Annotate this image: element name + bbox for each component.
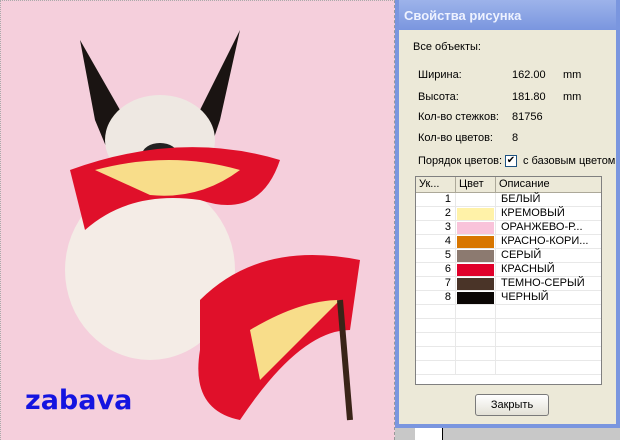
- color-order-label: Порядок цветов:: [418, 155, 503, 167]
- row-index: 4: [416, 235, 456, 248]
- height-unit: mm: [563, 91, 582, 103]
- table-row[interactable]: 3 ОРАНЖЕВО-Р...: [416, 221, 601, 235]
- picture-properties-dialog: Свойства рисунка Все объекты: Ширина: 16…: [395, 0, 620, 428]
- colors-label: Кол-во цветов:: [418, 132, 493, 144]
- table-row[interactable]: 6 КРАСНЫЙ: [416, 263, 601, 277]
- column-header-color[interactable]: Цвет: [456, 177, 496, 192]
- column-header-description[interactable]: Описание: [496, 177, 601, 192]
- row-index: 6: [416, 263, 456, 276]
- row-index: 3: [416, 221, 456, 234]
- table-row[interactable]: 7 ТЕМНО-СЕРЫЙ: [416, 277, 601, 291]
- empty-row: [416, 361, 601, 375]
- color-table[interactable]: Ук... Цвет Описание 1 БЕЛЫЙ 2 КРЕМОВЫЙ 3 ОРАН…: [415, 176, 602, 385]
- status-strip: [395, 428, 620, 440]
- empty-row: [416, 319, 601, 333]
- row-color-swatch: [456, 193, 496, 206]
- row-color-swatch: [456, 263, 496, 276]
- base-color-option-label[interactable]: с базовым цветом: [523, 155, 615, 167]
- row-description: ЧЕРНЫЙ: [501, 291, 549, 303]
- row-color-swatch: [456, 291, 496, 304]
- row-index: 8: [416, 291, 456, 304]
- section-label: Все объекты:: [413, 41, 481, 53]
- row-color-swatch: [456, 235, 496, 248]
- row-description: БЕЛЫЙ: [501, 193, 541, 205]
- row-index: 5: [416, 249, 456, 262]
- empty-row: [416, 333, 601, 347]
- stitches-label: Кол-во стежков:: [418, 111, 499, 123]
- embroidery-canvas[interactable]: zabava: [0, 0, 395, 440]
- row-color-swatch: [456, 207, 496, 220]
- colors-value: 8: [512, 132, 519, 144]
- row-color-swatch: [456, 277, 496, 290]
- row-index: 1: [416, 193, 456, 206]
- width-value: 162.00: [512, 69, 546, 81]
- height-value: 181.80: [512, 91, 546, 103]
- row-color-swatch: [456, 221, 496, 234]
- row-description: КРЕМОВЫЙ: [501, 207, 565, 219]
- column-header-index[interactable]: Ук...: [416, 177, 456, 192]
- table-row[interactable]: 1 БЕЛЫЙ: [416, 193, 601, 207]
- close-button[interactable]: Закрыть: [475, 394, 549, 416]
- empty-row: [416, 347, 601, 361]
- base-color-checkbox[interactable]: ✔: [505, 155, 517, 167]
- empty-row: [416, 305, 601, 319]
- signature-text: zabava: [25, 385, 133, 416]
- row-description: КРАСНЫЙ: [501, 263, 555, 275]
- table-row[interactable]: 5 СЕРЫЙ: [416, 249, 601, 263]
- height-label: Высота:: [418, 91, 459, 103]
- width-unit: mm: [563, 69, 582, 81]
- row-description: СЕРЫЙ: [501, 249, 542, 261]
- table-row[interactable]: 8 ЧЕРНЫЙ: [416, 291, 601, 305]
- width-label: Ширина:: [418, 69, 462, 81]
- table-row[interactable]: 4 КРАСНО-КОРИ...: [416, 235, 601, 249]
- row-index: 7: [416, 277, 456, 290]
- row-description: ТЕМНО-СЕРЫЙ: [501, 277, 585, 289]
- table-row[interactable]: 2 КРЕМОВЫЙ: [416, 207, 601, 221]
- row-color-swatch: [456, 249, 496, 262]
- embroidery-design-image: [65, 30, 360, 421]
- row-description: ОРАНЖЕВО-Р...: [501, 221, 583, 233]
- row-description: КРАСНО-КОРИ...: [501, 235, 589, 247]
- dialog-title[interactable]: Свойства рисунка: [399, 0, 616, 30]
- row-index: 2: [416, 207, 456, 220]
- stitches-value: 81756: [512, 111, 543, 123]
